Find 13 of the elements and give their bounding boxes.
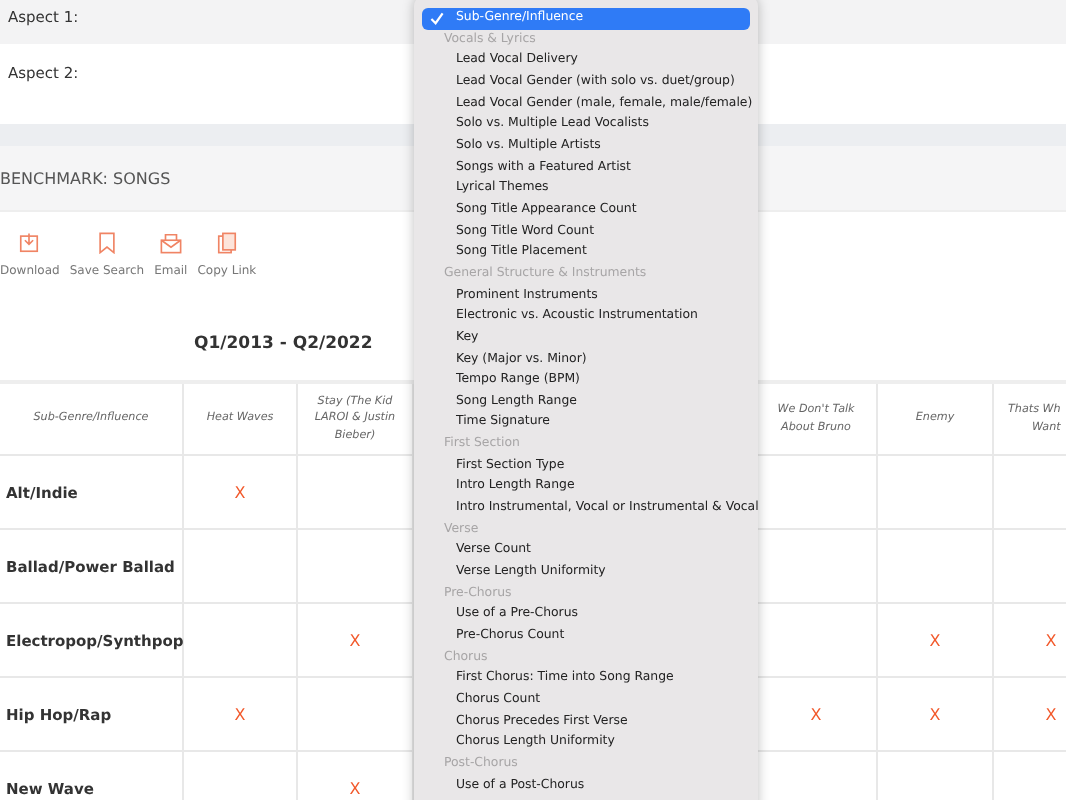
table-cell: X [184,456,298,530]
section-title: BENCHMARK: SONGS [0,169,171,187]
bookmark-icon [95,232,118,254]
table-cell: X [184,678,298,752]
copy-icon [215,232,238,254]
table-cell: X [878,678,994,752]
date-range: Q1/2013 - Q2/2022 [194,334,373,354]
table-cell: X [994,604,1066,678]
table-cell: X [878,604,994,678]
envelope-icon [159,232,182,254]
table-cell: X [994,678,1066,752]
download-icon [18,232,41,254]
checkmark-icon [430,12,444,26]
